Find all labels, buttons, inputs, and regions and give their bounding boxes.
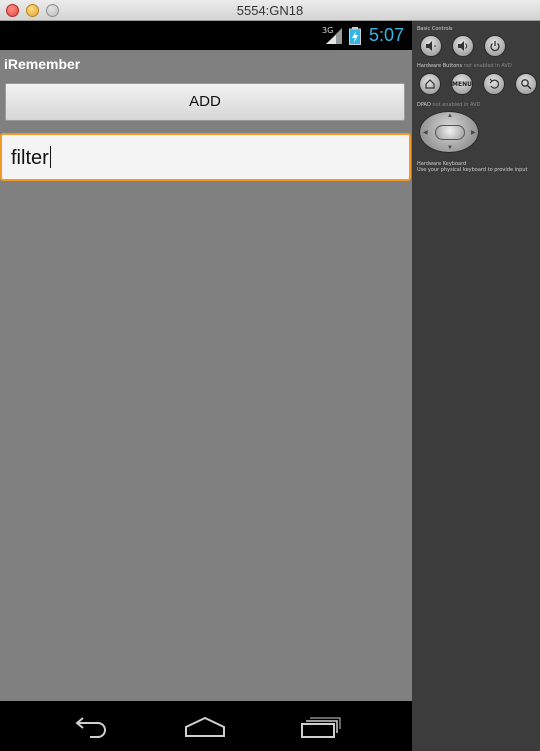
filter-input[interactable]: filter [0, 133, 411, 181]
volume-up-button[interactable] [452, 35, 474, 57]
dpad-down-icon[interactable]: ▼ [447, 145, 453, 151]
dpad[interactable]: ▲ ▼ ◀ ▶ [419, 111, 479, 153]
close-window-button[interactable] [6, 4, 19, 17]
power-button[interactable] [484, 35, 506, 57]
add-button[interactable]: ADD [5, 83, 405, 121]
minimize-window-button[interactable] [26, 4, 39, 17]
window-titlebar: 5554:GN18 [0, 0, 540, 21]
volume-down-button[interactable] [420, 35, 442, 57]
back-hw-button[interactable] [483, 73, 505, 95]
dpad-right-icon[interactable]: ▶ [471, 129, 476, 136]
device-screen: 3G 5:07 iRemember ADD filter [0, 21, 412, 751]
hardware-keyboard-note: Use your physical keyboard to provide in… [417, 167, 528, 173]
emulator-controls-panel: Basic Controls Hardware Buttons not enab… [412, 21, 540, 751]
zoom-window-button[interactable] [46, 4, 59, 17]
back-icon[interactable] [68, 715, 112, 739]
home-icon [425, 79, 435, 89]
home-hw-button[interactable] [419, 73, 441, 95]
dpad-label: DPAD not enabled in AVD [417, 102, 481, 108]
basic-controls-label: Basic Controls [417, 26, 453, 32]
app-title-bar: iRemember [0, 50, 412, 80]
filter-input-value: filter [11, 146, 51, 169]
menu-button-label: MENU [452, 80, 472, 88]
home-icon[interactable] [183, 715, 227, 739]
app-title: iRemember [4, 56, 81, 72]
power-icon [490, 41, 500, 52]
recent-apps-icon[interactable] [299, 715, 343, 739]
signal-icon [326, 28, 342, 44]
dpad-left-icon[interactable]: ◀ [423, 129, 428, 136]
battery-charging-icon [349, 27, 361, 45]
status-clock: 5:07 [369, 25, 405, 45]
dpad-up-icon[interactable]: ▲ [447, 113, 453, 119]
text-cursor [49, 146, 51, 168]
window-title: 5554:GN18 [236, 3, 304, 18]
navigation-bar [0, 701, 412, 751]
search-icon [521, 79, 532, 90]
volume-up-icon [458, 41, 468, 51]
dpad-center-button[interactable] [435, 125, 465, 140]
hardware-buttons-label: Hardware Buttons not enabled in AVD [417, 63, 512, 69]
status-bar: 3G 5:07 [0, 21, 412, 50]
search-hw-button[interactable] [515, 73, 537, 95]
menu-hw-button[interactable]: MENU [451, 73, 473, 95]
back-icon [489, 78, 500, 89]
volume-down-icon [426, 41, 436, 51]
